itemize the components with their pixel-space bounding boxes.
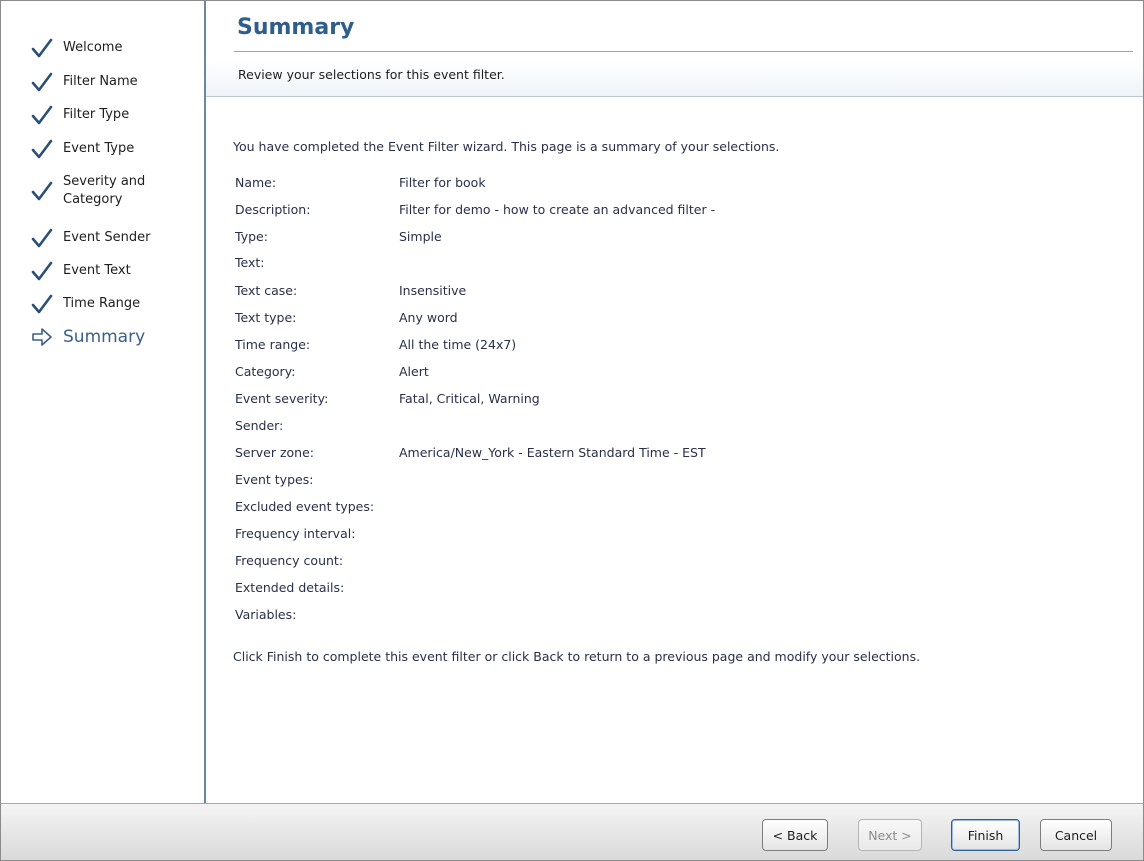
- step-label: Severity and Category: [63, 173, 145, 209]
- step-label: Time Range: [63, 296, 141, 311]
- outro-text: Click Finish to complete this event filt…: [233, 649, 921, 664]
- step-label: Event Sender: [63, 230, 151, 245]
- header-divider: [234, 51, 1133, 52]
- checkmark-icon: [31, 294, 53, 314]
- step-label: Welcome: [63, 40, 123, 55]
- field-value: Alert: [399, 364, 429, 379]
- page-subtitle: Review your selections for this event fi…: [238, 67, 505, 82]
- back-button[interactable]: < Back: [762, 819, 828, 851]
- step-label-line2: Category: [63, 192, 123, 207]
- step-summary: Summary: [31, 326, 145, 348]
- page-title: Summary: [237, 15, 355, 40]
- field-label: Text type:: [235, 310, 297, 325]
- finish-button[interactable]: Finish: [951, 819, 1020, 851]
- field-label: Name:: [235, 175, 277, 190]
- step-severity-category: Severity and Category: [31, 173, 145, 209]
- step-label: Event Text: [63, 263, 131, 278]
- step-event-type: Event Type: [31, 138, 134, 160]
- field-label: Category:: [235, 364, 296, 379]
- field-label: Description:: [235, 202, 311, 217]
- button-bar: < Back Next > Finish Cancel: [1, 803, 1143, 860]
- field-value: Filter for demo - how to create an advan…: [399, 202, 716, 217]
- field-label: Frequency count:: [235, 553, 344, 568]
- checkmark-icon: [31, 228, 53, 248]
- field-value: Any word: [399, 310, 458, 325]
- checkmark-icon: [31, 38, 53, 58]
- summary-content: You have completed the Event Filter wiza…: [233, 139, 1133, 664]
- page-header: Summary Review your selections for this …: [206, 1, 1143, 97]
- step-event-sender: Event Sender: [31, 227, 150, 249]
- field-label: Excluded event types:: [235, 499, 375, 514]
- step-filter-type: Filter Type: [31, 104, 129, 126]
- field-label: Event types:: [235, 472, 314, 487]
- wizard-window: Welcome Filter Name Filter Type Event Ty…: [0, 0, 1144, 861]
- checkmark-icon: [31, 181, 53, 201]
- cancel-button[interactable]: Cancel: [1040, 819, 1112, 851]
- arrow-right-icon: [32, 328, 52, 346]
- field-label: Server zone:: [235, 445, 314, 460]
- field-label: Sender:: [235, 418, 284, 433]
- next-button[interactable]: Next >: [858, 819, 922, 851]
- step-label: Filter Type: [63, 107, 130, 122]
- wizard-steps-sidebar: Welcome Filter Name Filter Type Event Ty…: [1, 1, 206, 803]
- field-label: Extended details:: [235, 580, 345, 595]
- field-label: Text:: [235, 255, 265, 270]
- field-label: Time range:: [235, 337, 311, 352]
- step-label: Event Type: [63, 141, 135, 156]
- step-welcome: Welcome: [31, 37, 122, 59]
- field-label: Frequency interval:: [235, 526, 356, 541]
- checkmark-icon: [31, 139, 53, 159]
- step-filter-name: Filter Name: [31, 71, 138, 93]
- step-event-text: Event Text: [31, 260, 131, 282]
- field-value: America/New_York - Eastern Standard Time…: [399, 445, 706, 460]
- checkmark-icon: [31, 261, 53, 281]
- field-label: Variables:: [235, 607, 297, 622]
- field-value: Simple: [399, 229, 442, 244]
- step-label-line1: Severity and: [63, 174, 146, 189]
- step-time-range: Time Range: [31, 293, 140, 315]
- field-value: Fatal, Critical, Warning: [399, 391, 540, 406]
- field-label: Type:: [235, 229, 268, 244]
- checkmark-icon: [31, 72, 53, 92]
- step-label: Filter Name: [63, 74, 138, 89]
- step-label: Summary: [63, 327, 146, 347]
- field-value: Filter for book: [399, 175, 486, 190]
- field-label: Event severity:: [235, 391, 329, 406]
- field-value: Insensitive: [399, 283, 467, 298]
- field-label: Text case:: [235, 283, 298, 298]
- field-value: All the time (24x7): [399, 337, 517, 352]
- intro-text: You have completed the Event Filter wiza…: [233, 139, 780, 154]
- checkmark-icon: [31, 105, 53, 125]
